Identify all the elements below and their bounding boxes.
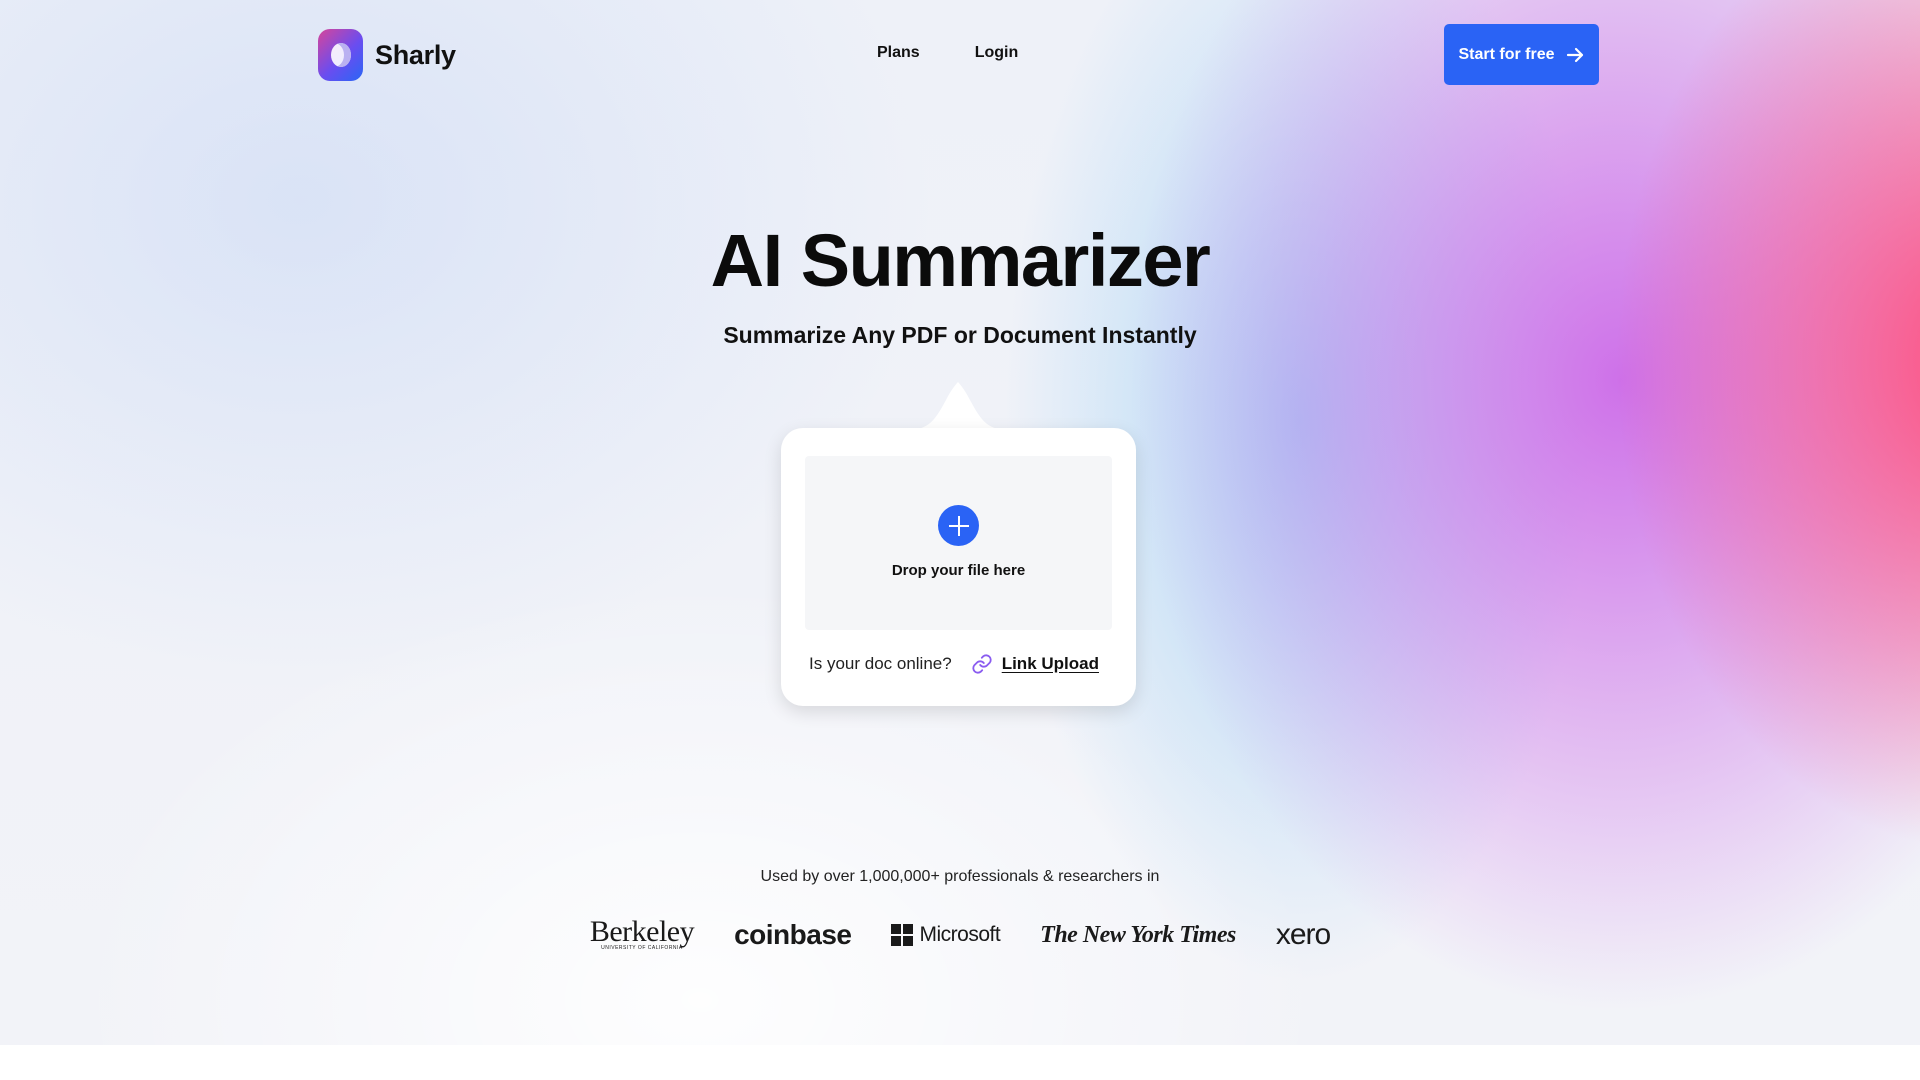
- microsoft-windows-icon: [891, 924, 914, 946]
- cta-label: Start for free: [1458, 45, 1555, 63]
- arrow-right-icon: [1566, 47, 1583, 62]
- nav-login-link[interactable]: Login: [975, 44, 1019, 62]
- brand-name: Sharly: [375, 39, 456, 70]
- nytimes-logo: The New York Times: [1040, 921, 1236, 948]
- microsoft-logo: Microsoft: [891, 923, 1001, 947]
- link-upload-row: Is your doc online? Link Upload: [809, 653, 1109, 675]
- client-logos: Berkeley UNIVERSITY OF CALIFORNIA coinba…: [0, 915, 1920, 952]
- page-title: AI Summarizer: [710, 219, 1211, 302]
- link-icon: [972, 654, 992, 674]
- coinbase-logo: coinbase: [734, 919, 852, 950]
- start-for-free-button[interactable]: Start for free: [1444, 24, 1599, 85]
- page-bottom-edge: [0, 1045, 1920, 1080]
- nav-plans-link[interactable]: Plans: [877, 44, 920, 62]
- sharly-logo-icon: [318, 29, 363, 81]
- brand-logo[interactable]: Sharly: [318, 29, 456, 81]
- link-upload-link[interactable]: Link Upload: [1002, 654, 1099, 674]
- main-nav: Plans Login: [877, 44, 1018, 62]
- page-subtitle: Summarize Any PDF or Document Instantly: [723, 322, 1197, 348]
- social-proof-text: Used by over 1,000,000+ professionals & …: [760, 868, 1160, 885]
- berkeley-logo: Berkeley UNIVERSITY OF CALIFORNIA: [589, 915, 695, 952]
- online-question: Is your doc online?: [809, 654, 952, 673]
- upload-card: Drop your file here Is your doc online? …: [781, 428, 1136, 706]
- file-dropzone[interactable]: Drop your file here: [805, 456, 1112, 630]
- card-pointer: [908, 382, 1008, 430]
- add-file-icon[interactable]: [938, 505, 979, 546]
- xero-logo: xero: [1275, 918, 1331, 951]
- drop-file-label: Drop your file here: [891, 562, 1026, 579]
